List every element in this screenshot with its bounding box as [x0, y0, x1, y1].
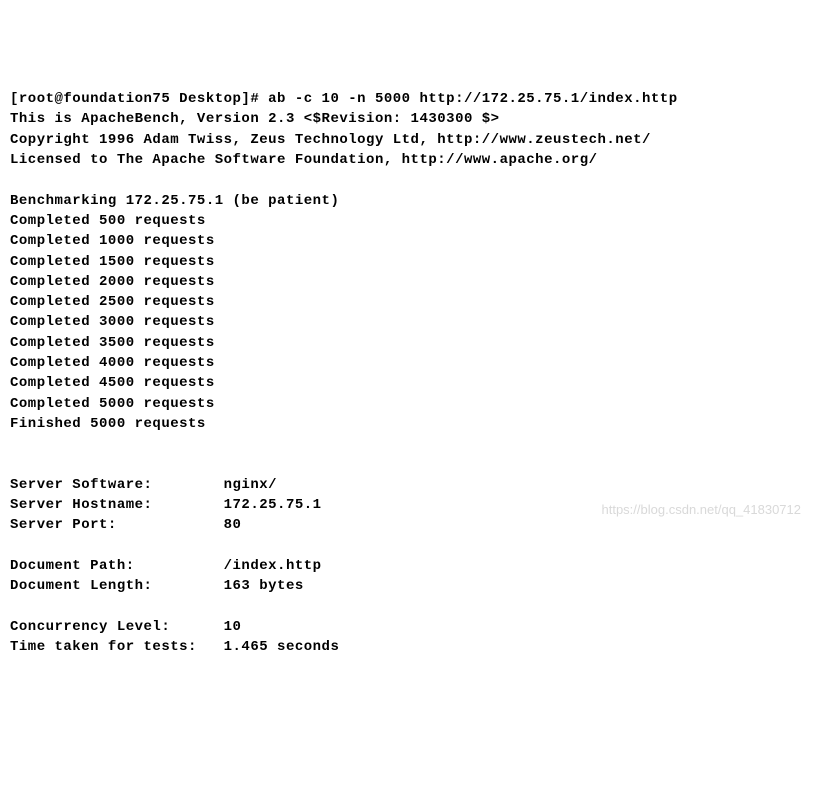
server-port-line: Server Port: 80 — [10, 517, 241, 533]
concurrency-line: Concurrency Level: 10 — [10, 619, 241, 635]
watermark-text: https://blog.csdn.net/qq_41830712 — [602, 501, 802, 520]
document-length-line: Document Length: 163 bytes — [10, 578, 304, 594]
completed-line: Completed 3500 requests — [10, 335, 215, 351]
terminal-output: [root@foundation75 Desktop]# ab -c 10 -n… — [10, 89, 809, 657]
completed-line: Completed 4500 requests — [10, 375, 215, 391]
finished-line: Finished 5000 requests — [10, 416, 206, 432]
completed-line: Completed 3000 requests — [10, 314, 215, 330]
completed-line: Completed 1000 requests — [10, 233, 215, 249]
ab-version-line: This is ApacheBench, Version 2.3 <$Revis… — [10, 111, 500, 127]
completed-line: Completed 2000 requests — [10, 274, 215, 290]
prompt-line: [root@foundation75 Desktop]# ab -c 10 -n… — [10, 91, 678, 107]
ab-copyright-line: Copyright 1996 Adam Twiss, Zeus Technolo… — [10, 132, 651, 148]
ab-license-line: Licensed to The Apache Software Foundati… — [10, 152, 598, 168]
server-hostname-line: Server Hostname: 172.25.75.1 — [10, 497, 322, 513]
completed-line: Completed 1500 requests — [10, 254, 215, 270]
completed-line: Completed 4000 requests — [10, 355, 215, 371]
document-path-line: Document Path: /index.http — [10, 558, 322, 574]
completed-line: Completed 5000 requests — [10, 396, 215, 412]
completed-line: Completed 2500 requests — [10, 294, 215, 310]
completed-line: Completed 500 requests — [10, 213, 206, 229]
benchmarking-line: Benchmarking 172.25.75.1 (be patient) — [10, 193, 339, 209]
server-software-line: Server Software: nginx/ — [10, 477, 277, 493]
time-taken-line: Time taken for tests: 1.465 seconds — [10, 639, 339, 655]
